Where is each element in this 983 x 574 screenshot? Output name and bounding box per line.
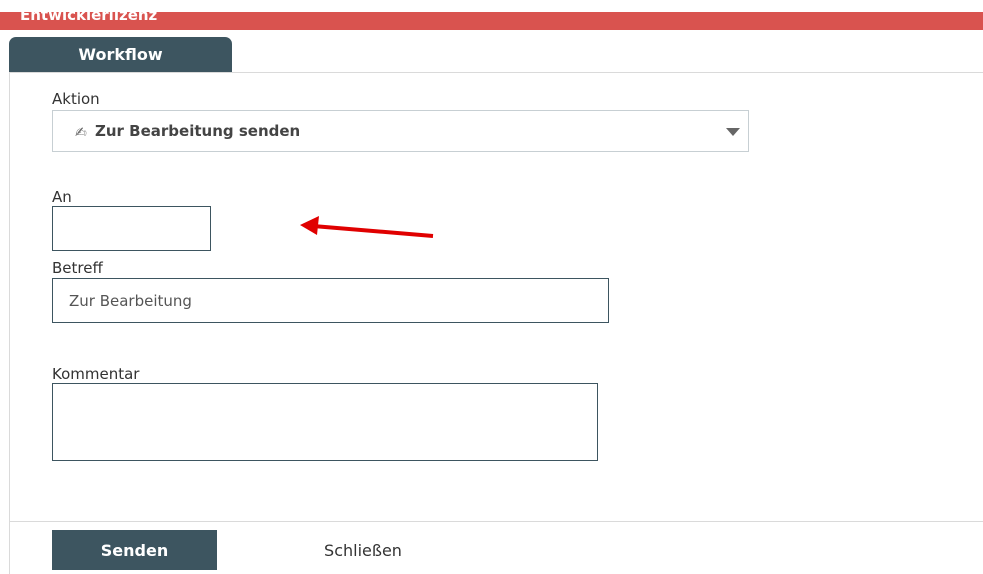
betreff-label: Betreff: [52, 259, 103, 277]
betreff-input[interactable]: [52, 278, 609, 323]
aktion-label: Aktion: [52, 90, 100, 108]
footer-divider: [9, 521, 983, 522]
close-button[interactable]: Schließen: [300, 530, 426, 570]
license-banner: Entwicklerlizenz: [0, 12, 983, 30]
send-button[interactable]: Senden: [52, 530, 217, 570]
chevron-down-icon[interactable]: [726, 128, 740, 136]
aktion-select[interactable]: ✍ Zur Bearbeitung senden: [52, 110, 749, 152]
license-banner-text: Entwicklerlizenz: [20, 12, 158, 24]
tab-workflow[interactable]: Workflow: [9, 37, 232, 72]
kommentar-label: Kommentar: [52, 365, 140, 383]
kommentar-textarea[interactable]: [52, 383, 598, 461]
annotation-arrow: [300, 216, 434, 238]
tab-workflow-label: Workflow: [78, 45, 163, 64]
send-document-icon: ✍: [75, 124, 87, 140]
aktion-select-value: Zur Bearbeitung senden: [95, 122, 301, 140]
an-input[interactable]: [52, 206, 211, 251]
an-label: An: [52, 188, 72, 206]
